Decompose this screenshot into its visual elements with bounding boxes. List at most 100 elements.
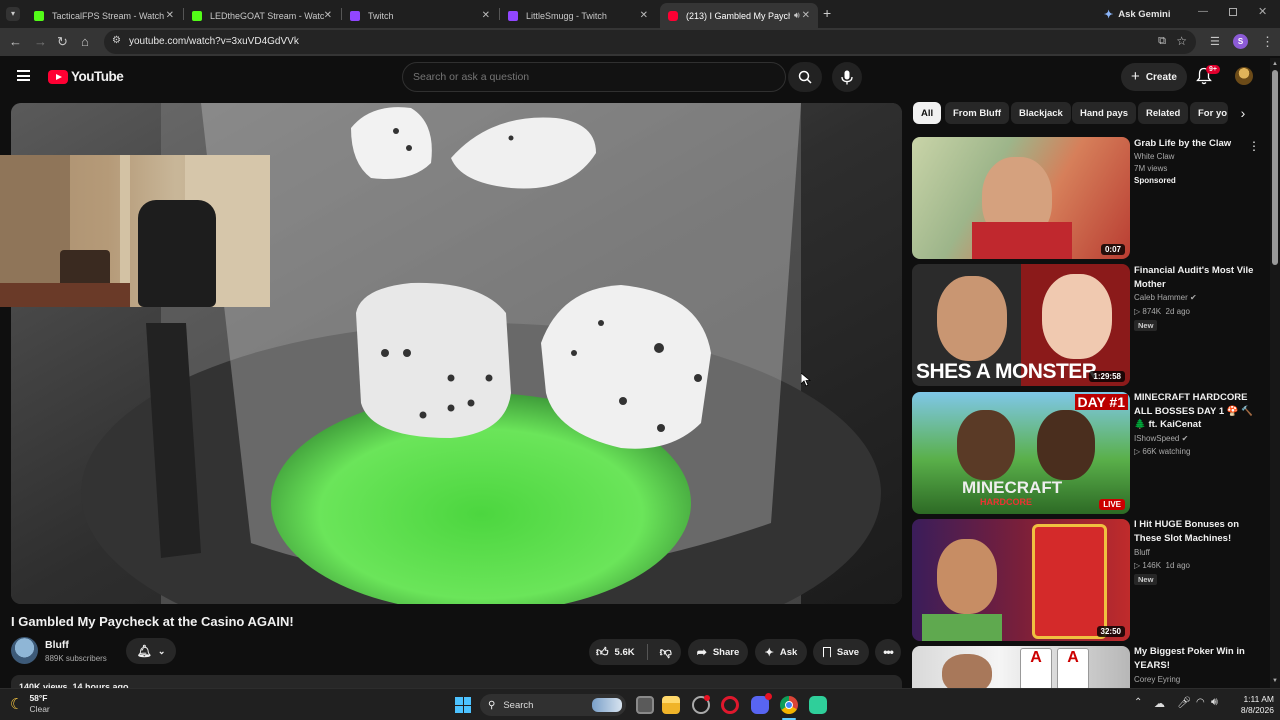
- search-box[interactable]: [402, 62, 786, 92]
- dislike-button[interactable]: 👎︎: [654, 645, 672, 660]
- show-hidden-icons-chevron[interactable]: ⌃: [1134, 697, 1142, 708]
- scrollbar-down-arrow[interactable]: ▼: [1272, 678, 1278, 684]
- new-tab-button[interactable]: +: [823, 5, 831, 21]
- steam-icon[interactable]: [692, 695, 710, 714]
- gaming-chair: [138, 200, 216, 307]
- chevron-down-icon: ⌄: [157, 645, 166, 656]
- ask-gemini-button[interactable]: ✦ Ask Gemini: [1104, 5, 1171, 23]
- save-button[interactable]: Save: [813, 639, 869, 665]
- scrollbar-thumb[interactable]: [1272, 70, 1278, 265]
- ask-gemini-label: Ask Gemini: [1118, 8, 1171, 20]
- ask-button[interactable]: ✦ Ask: [755, 639, 807, 665]
- rec-title[interactable]: MINECRAFT HARDCORE ALL BOSSES DAY 1 🍄 🔨 …: [1134, 391, 1258, 432]
- system-clock[interactable]: 1:11 AM 8/8/2026: [1228, 694, 1274, 716]
- chip-from-bluff[interactable]: From Bluff: [945, 102, 1010, 124]
- forward-arrow-icon[interactable]: →: [34, 33, 47, 51]
- rec-title[interactable]: Financial Audit's Most Vile Mother: [1134, 264, 1258, 291]
- reload-icon[interactable]: ↻: [57, 33, 68, 51]
- search-input[interactable]: [413, 69, 773, 85]
- microphone-icon[interactable]: 🎤︎: [1177, 696, 1191, 709]
- tab-list-icon[interactable]: ☰: [1210, 33, 1220, 51]
- profile-avatar[interactable]: S: [1233, 34, 1248, 49]
- close-tab-icon[interactable]: ✕: [802, 10, 810, 21]
- close-tab-icon[interactable]: ✕: [482, 10, 490, 21]
- scrollbar-up-arrow[interactable]: ▲: [1272, 61, 1278, 67]
- task-view-icon[interactable]: [636, 696, 654, 714]
- rec-channel[interactable]: Caleb Hammer ✔︎: [1134, 291, 1197, 305]
- channel-avatar[interactable]: [11, 637, 38, 664]
- close-tab-icon[interactable]: ✕: [640, 10, 648, 21]
- onedrive-icon[interactable]: ☁: [1154, 697, 1165, 710]
- tab-label: LittleSmugg - Twitch: [526, 10, 607, 21]
- volume-icon[interactable]: 🔊︎: [1211, 696, 1218, 709]
- rec-menu-icon[interactable]: ⋮: [1248, 139, 1260, 153]
- rec-views: ▷ 146K 1d ago: [1134, 559, 1190, 573]
- chrome-menu-icon[interactable]: ⋮: [1261, 33, 1274, 51]
- duration-badge: 1:29:58: [1089, 371, 1125, 382]
- site-info-icon[interactable]: ⚙: [112, 35, 121, 46]
- address-bar[interactable]: ⚙ youtube.com/watch?v=3xuVD4GdVVk ⧉ ☆: [104, 30, 1196, 54]
- taskbar-search-box[interactable]: ⚲ Search: [480, 694, 626, 716]
- file-explorer-icon[interactable]: [662, 696, 680, 714]
- browser-tab-1[interactable]: TacticalFPS Stream - Watch Live ✕: [26, 3, 182, 28]
- app-icon[interactable]: [809, 696, 827, 714]
- minimize-window-icon[interactable]: —: [1198, 6, 1208, 17]
- rec-thumbnail[interactable]: 0:07: [912, 137, 1130, 259]
- rec-thumbnail[interactable]: A A: [912, 646, 1130, 688]
- channel-name[interactable]: Bluff: [45, 639, 69, 651]
- audio-playing-icon[interactable]: 🔊︎: [794, 10, 800, 21]
- like-button[interactable]: 👍︎ 5.6K: [589, 645, 635, 660]
- close-window-icon[interactable]: ✕: [1258, 5, 1267, 18]
- browser-tab-4[interactable]: LittleSmugg - Twitch ✕: [500, 3, 656, 28]
- voice-search-button[interactable]: [832, 62, 862, 92]
- create-button[interactable]: + Create: [1121, 63, 1187, 91]
- search-button[interactable]: [788, 62, 822, 92]
- rec-channel[interactable]: IShowSpeed ✔︎: [1134, 432, 1188, 446]
- new-badge: New: [1134, 574, 1158, 585]
- rec-thumbnail[interactable]: 32:50: [912, 519, 1130, 641]
- notifications-button[interactable]: 9+: [1196, 65, 1220, 87]
- kick-favicon-icon: [34, 10, 44, 21]
- wifi-icon[interactable]: ◠: [1196, 697, 1205, 708]
- youtube-logo[interactable]: YouTube: [48, 69, 124, 84]
- bookmark-star-icon[interactable]: ☆: [1176, 34, 1187, 48]
- close-tab-icon[interactable]: ✕: [166, 10, 174, 21]
- start-button[interactable]: [455, 697, 471, 713]
- rec-title[interactable]: I Hit HUGE Bonuses on These Slot Machine…: [1134, 518, 1258, 545]
- weather-widget[interactable]: ☾ 58°F Clear: [10, 693, 50, 715]
- rec-title[interactable]: Grab Life by the Claw: [1134, 137, 1258, 151]
- opera-icon[interactable]: [721, 696, 739, 714]
- verified-check-icon: ✔︎: [1181, 434, 1189, 443]
- install-app-icon[interactable]: ⧉: [1158, 35, 1166, 48]
- chips-next-chevron-icon[interactable]: ›: [1230, 101, 1256, 125]
- back-arrow-icon[interactable]: ←: [9, 33, 22, 51]
- chip-blackjack[interactable]: Blackjack: [1011, 102, 1071, 124]
- chip-related[interactable]: Related: [1138, 102, 1189, 124]
- discord-icon[interactable]: [751, 693, 772, 714]
- browser-toolbar: ← → ↻ ⌂ ⚙ youtube.com/watch?v=3xuVD4GdVV…: [0, 28, 1280, 56]
- plus-icon: +: [1131, 68, 1140, 85]
- browser-tab-active[interactable]: (213) I Gambled My Payche 🔊︎ ✕: [660, 3, 818, 28]
- close-tab-icon[interactable]: ✕: [324, 10, 332, 21]
- rec-title[interactable]: My Biggest Poker Win in YEARS!: [1134, 645, 1258, 672]
- browser-tab-3[interactable]: Twitch ✕: [342, 3, 498, 28]
- tab-search-button[interactable]: ▾: [6, 7, 20, 21]
- account-avatar[interactable]: [1235, 67, 1253, 85]
- rec-thumbnail[interactable]: DAY #1 MINECRAFT HARDCORE LIVE: [912, 392, 1130, 514]
- more-actions-button[interactable]: •••: [875, 639, 901, 665]
- restore-window-icon[interactable]: [1229, 8, 1237, 16]
- chip-hand-pays[interactable]: Hand pays: [1072, 102, 1137, 124]
- chip-for-you[interactable]: For yo: [1190, 102, 1228, 124]
- browser-tab-2[interactable]: LEDtheGOAT Stream - Watch Live ✕: [184, 3, 340, 28]
- home-icon[interactable]: ⌂: [81, 33, 89, 51]
- share-button[interactable]: ➦ Share: [688, 639, 748, 665]
- hamburger-menu-icon[interactable]: [17, 70, 30, 81]
- page-scrollbar[interactable]: ▲ ▼: [1270, 58, 1280, 688]
- chip-all[interactable]: All: [913, 102, 942, 124]
- chrome-icon[interactable]: [780, 696, 798, 714]
- subscribed-bell-button[interactable]: 🔔︎ ⌄: [126, 638, 176, 664]
- more-horizontal-icon: •••: [883, 645, 894, 659]
- rec-channel[interactable]: Corey Eyring: [1134, 673, 1180, 687]
- rec-channel[interactable]: Bluff: [1134, 546, 1150, 560]
- rec-thumbnail[interactable]: SHES A MONSTER 1:29:58: [912, 264, 1130, 386]
